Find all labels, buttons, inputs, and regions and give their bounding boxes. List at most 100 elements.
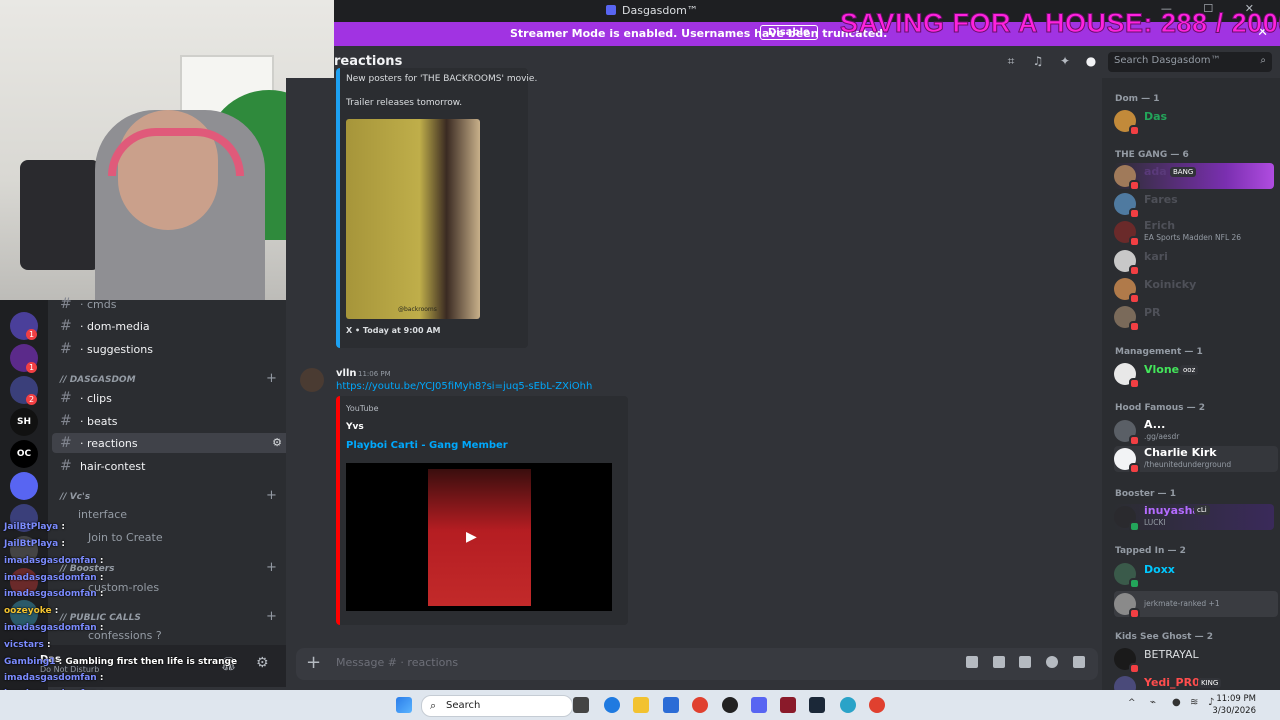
threads-icon[interactable]: ⌗ <box>1004 54 1018 68</box>
mute-icon[interactable]: ♫ <box>1031 54 1045 68</box>
app-icon[interactable] <box>722 697 738 713</box>
file-explorer-icon[interactable] <box>633 697 649 713</box>
attach-plus-icon[interactable]: + <box>306 652 321 673</box>
app-icon[interactable] <box>780 697 796 713</box>
taskbar-search[interactable]: ⌕ Search <box>421 695 573 717</box>
play-icon[interactable]: ▶ <box>466 529 477 545</box>
x-embed: New posters for 'THE BACKROOMS' movie. T… <box>336 68 537 348</box>
status-dot <box>1129 293 1140 304</box>
voice-channel-join-to-create[interactable]: Join to Create <box>88 528 163 548</box>
member-item[interactable]: Fares <box>1114 191 1274 219</box>
server-icon[interactable]: OC <box>10 440 38 468</box>
status-dot <box>1129 578 1140 589</box>
message-timestamp: 11:06 PM <box>358 370 391 378</box>
member-item[interactable]: ada BANG <box>1114 163 1274 191</box>
member-group-header: Kids See Ghost — 2 <box>1115 632 1213 642</box>
tray-chevron-icon[interactable]: ^ <box>1128 698 1136 708</box>
sticker-icon[interactable] <box>1019 656 1031 668</box>
member-item[interactable]: Yedi_PR07 KING <box>1114 674 1274 690</box>
window-title: Dasgasdom™ <box>622 4 698 17</box>
status-dot <box>1129 321 1140 332</box>
gif-icon[interactable] <box>993 656 1005 668</box>
chat-line: vicstars : <box>4 640 51 650</box>
status-dot <box>1129 208 1140 219</box>
gift-icon[interactable] <box>966 656 978 668</box>
status-dot <box>1129 521 1140 532</box>
status-dot <box>1129 663 1140 674</box>
chrome-icon[interactable] <box>840 697 856 713</box>
channel-cmds[interactable]: # · cmds <box>60 294 116 314</box>
chrome-icon[interactable] <box>869 697 885 713</box>
embed-title[interactable]: Playboi Carti - Gang Member <box>346 440 508 451</box>
video-player[interactable]: ▶ <box>346 463 612 611</box>
pin-icon[interactable]: ✦ <box>1058 54 1072 68</box>
status-dot <box>1129 180 1140 191</box>
discord-icon[interactable] <box>751 697 767 713</box>
search-input[interactable]: Search Dasgasdom™ ⌕ <box>1108 52 1272 72</box>
add-channel-icon[interactable]: + <box>266 609 277 624</box>
activity-text: /theunitedunderground <box>1144 460 1232 469</box>
activity-text: LUCKI <box>1144 518 1166 527</box>
member-group-header: Tapped In — 2 <box>1115 546 1186 556</box>
category-public-calls[interactable]: // PUBLIC CALLS <box>60 613 141 623</box>
channel-dom-media[interactable]: # · dom-media <box>60 316 150 336</box>
member-item[interactable]: PR <box>1114 304 1274 332</box>
message-list: New posters for 'THE BACKROOMS' movie. T… <box>286 68 1102 640</box>
activity-text: .gg/aesdr <box>1144 432 1180 441</box>
member-item[interactable]: Charlie Kirk/theunitedunderground <box>1114 446 1278 474</box>
message-author[interactable]: vlln <box>336 368 357 379</box>
channel-beats[interactable]: # · beats <box>60 411 118 431</box>
member-item[interactable]: Das <box>1114 108 1274 136</box>
member-item[interactable]: Erich EA Sports Madden NFL 26 <box>1114 219 1274 247</box>
category-dasgasdom[interactable]: // DASGASDOM <box>60 375 136 385</box>
apps-icon[interactable] <box>1073 656 1085 668</box>
member-list-icon[interactable]: ● <box>1084 54 1098 68</box>
member-item[interactable]: inuyasha cLi LUCKI <box>1114 504 1274 532</box>
settings-gear-icon[interactable]: ⚙ <box>272 433 282 453</box>
channel-hair-contest[interactable]: # hair-contest <box>60 456 145 476</box>
member-item[interactable]: Vlone ooz <box>1114 361 1274 389</box>
embed-footer: X • Today at 9:00 AM <box>346 326 441 335</box>
start-icon[interactable] <box>396 697 412 713</box>
network-icon[interactable]: ⌁ <box>1150 697 1156 708</box>
user-settings-icon[interactable]: ⚙ <box>256 655 269 671</box>
add-channel-icon[interactable]: + <box>266 371 277 386</box>
steam-icon[interactable] <box>809 697 825 713</box>
server-icon[interactable]: SH <box>10 408 38 436</box>
task-view-icon[interactable] <box>573 697 589 713</box>
member-item[interactable]: Koinicky <box>1114 276 1274 304</box>
taskbar-clock[interactable]: 11:09 PM 3/30/2026 <box>1212 693 1256 717</box>
embed-channel[interactable]: Yvs <box>346 422 364 432</box>
member-item[interactable]: jerkmate-ranked +1 <box>1114 591 1278 619</box>
video-thumbnail <box>428 469 531 606</box>
member-item[interactable]: A... .gg/aesdr <box>1114 418 1274 446</box>
category-vcs[interactable]: // Vc's <box>60 492 90 502</box>
avatar[interactable] <box>300 368 324 392</box>
add-channel-icon[interactable]: + <box>266 488 277 503</box>
channel-clips[interactable]: # · clips <box>60 388 112 408</box>
edge-icon[interactable] <box>604 697 620 713</box>
banner-message: Streamer Mode is enabled. Usernames have… <box>510 27 888 40</box>
channel-reactions[interactable]: # · reactions ⚙ <box>52 433 290 453</box>
add-channel-icon[interactable]: + <box>266 560 277 575</box>
message-composer[interactable]: + Message # · reactions <box>296 648 1098 680</box>
channel-suggestions[interactable]: # · suggestions <box>60 339 153 359</box>
chrome-icon[interactable] <box>692 697 708 713</box>
status-dot <box>1129 435 1140 446</box>
mic-icon[interactable]: ● <box>1172 697 1181 708</box>
poster-image[interactable]: @backrooms <box>346 119 480 319</box>
wifi-icon[interactable]: ≋ <box>1190 697 1198 708</box>
chat-line: imadasgasdomfan : <box>4 573 104 583</box>
member-item[interactable]: Doxx <box>1114 561 1274 589</box>
member-item[interactable]: kari <box>1114 248 1274 276</box>
discord-server-icon[interactable] <box>10 472 38 500</box>
role-tag: ooz <box>1180 365 1199 375</box>
voice-channel-interface[interactable]: interface <box>78 505 127 525</box>
emoji-icon[interactable] <box>1046 656 1058 668</box>
member-item[interactable]: BETRAYAL <box>1114 646 1274 674</box>
chat-line: imadasgasdomfan : <box>4 673 104 683</box>
activity-text: EA Sports Madden NFL 26 <box>1144 233 1242 242</box>
youtube-link[interactable]: https://youtu.be/YCJ05fiMyh8?si=juq5-sEb… <box>336 381 592 392</box>
store-icon[interactable] <box>663 697 679 713</box>
disable-button[interactable]: Disable <box>760 25 818 40</box>
